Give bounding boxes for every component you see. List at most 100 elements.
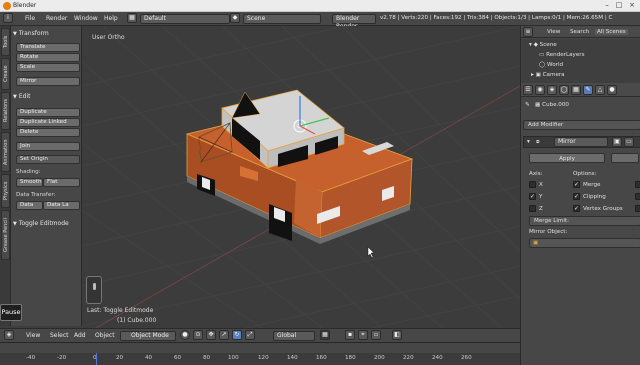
outliner-item-scene[interactable]: ▾ ◆ Scene [529,42,557,48]
outliner-type-icon[interactable]: ≡ [523,27,533,37]
menu-file[interactable]: File [25,15,35,22]
tick-label: 220 [403,355,414,361]
translate-button[interactable]: Translate [16,43,80,52]
material-tab-icon[interactable]: ● [607,85,617,95]
outliner-tree: ▾ ◆ Scene ▭ RenderLayers ◯ World ▸ ▣ Cam… [521,39,640,83]
3d-viewport[interactable]: User Ortho Last: Toggle Editmode (1) Cub… [82,26,520,328]
current-frame-marker[interactable] [96,353,97,365]
mode-select[interactable]: Object Mode [120,331,176,341]
toggle-editmode-header[interactable]: ▼ Toggle Editmode [13,220,69,227]
outliner-tab-all-scenes[interactable]: All Scenes [595,29,628,35]
axis-x-checkbox[interactable] [529,181,536,188]
screen-layout-icon[interactable]: ▦ [127,13,137,23]
axis-z-checkbox[interactable] [529,205,536,212]
merge-limit-field[interactable]: Merge Limit: [529,216,640,226]
mirror-object-field[interactable]: ▣ [529,238,640,248]
properties-type-icon[interactable]: ☰ [523,85,533,95]
shade-flat-button[interactable]: Flat [43,178,80,187]
tab-grease-pencil[interactable]: Grease Pencil [1,210,10,260]
tab-relations[interactable]: Relations [1,92,10,130]
rotate-button[interactable]: Rotate [16,53,80,62]
tab-physics[interactable]: Physics [1,174,10,208]
scale-manipulator-icon[interactable]: ⤢ [245,330,255,340]
outliner-item-world[interactable]: ◯ World [539,62,563,68]
w-checkbox[interactable] [635,205,640,212]
data-transfer-button[interactable]: Data [16,201,43,210]
shade-smooth-button[interactable]: Smooth [16,178,43,187]
timeline-ruler[interactable]: -40 -20 0 20 40 60 80 100 120 140 160 18… [0,353,520,365]
tool-shelf-tabs: Tools Create Relations Animation Physics… [0,26,11,326]
duplicate-button[interactable]: Duplicate [16,108,80,117]
scale-button[interactable]: Scale [16,63,80,72]
tab-create[interactable]: Create [1,58,10,90]
mouse-cursor-icon [367,246,375,259]
layers-grid-icon[interactable]: ▦ [320,330,330,340]
render-preview-icon[interactable]: ◧ [392,330,402,340]
menu-add[interactable]: Add [74,332,86,339]
modifier-wrench-icon[interactable]: ✎ [583,85,593,95]
pin-icon[interactable]: ✎ [525,102,530,108]
timeline[interactable]: -40 -20 0 20 40 60 80 100 120 140 160 18… [0,342,520,365]
outliner-tab-search[interactable]: Search [570,29,589,35]
tab-animation[interactable]: Animation [1,132,10,172]
join-button[interactable]: Join [16,142,80,151]
world-tab-icon[interactable]: ◯ [559,85,569,95]
viewport-shading-icon[interactable]: ● [180,330,190,340]
v-checkbox[interactable] [635,193,640,200]
close-icon[interactable]: × [627,1,637,10]
show-render-icon[interactable]: ▣ [612,137,622,147]
scene-tab-icon[interactable]: ◈ [547,85,557,95]
rotate-manipulator-icon[interactable]: ↻ [232,330,242,340]
menu-object[interactable]: Object [95,332,115,339]
set-origin-dropdown[interactable]: Set Origin [16,155,80,164]
apply-button[interactable]: Apply [529,153,605,163]
add-modifier-button[interactable]: Add Modifier [523,120,640,130]
editor-type-icon[interactable]: i [3,13,13,23]
outliner-item-renderlayers[interactable]: ▭ RenderLayers [539,52,585,58]
editor-type-3d-icon[interactable]: ◈ [4,330,14,340]
object-tab-icon[interactable]: ▦ [571,85,581,95]
render-engine-select[interactable]: Blender Render [332,14,376,30]
transform-panel-header[interactable]: ▼ Transform [13,30,49,37]
render-tab-icon[interactable]: ◉ [535,85,545,95]
outliner-item-camera[interactable]: ▸ ▣ Camera [531,72,565,78]
window-title-bar: Blender – □ × [0,0,640,12]
menu-select[interactable]: Select [50,332,69,339]
snap-target-icon[interactable]: ▫ [371,330,381,340]
modifier-name-field[interactable]: Mirror [554,137,608,147]
vertex-groups-checkbox[interactable]: ✓ [573,205,580,212]
data-tab-icon[interactable]: △ [595,85,605,95]
clipping-checkbox[interactable]: ✓ [573,193,580,200]
translate-manipulator-icon[interactable]: ↗ [219,330,229,340]
collapse-triangle-icon: ▼ [13,94,17,100]
minimize-icon[interactable]: – [602,1,612,10]
scene-field[interactable]: Scene [243,14,321,24]
transform-orientation-select[interactable]: Global [273,331,315,341]
duplicate-linked-button[interactable]: Duplicate Linked [16,118,80,127]
lock-icon[interactable]: ▪ [345,330,355,340]
merge-checkbox[interactable]: ✓ [573,181,580,188]
outliner-tab-view[interactable]: View [547,29,560,35]
menu-window[interactable]: Window [74,15,98,22]
manipulator-toggle-icon[interactable]: ✥ [206,330,216,340]
menu-view[interactable]: View [26,332,40,339]
tick-label: -40 [26,355,36,361]
menu-help[interactable]: Help [104,15,118,22]
copy-modifier-button[interactable] [611,153,639,163]
show-viewport-icon[interactable]: ▭ [624,137,634,147]
expand-triangle-icon[interactable]: ▾ [527,139,530,145]
maximize-icon[interactable]: □ [614,1,624,10]
pause-button[interactable]: Pause [0,304,22,321]
tab-tools[interactable]: Tools [1,28,10,56]
scene-icon[interactable]: ◆ [230,13,240,23]
pivot-point-icon[interactable]: ⊙ [193,330,203,340]
snap-icon[interactable]: ⌖ [358,330,368,340]
menu-render[interactable]: Render [46,15,67,22]
u-checkbox[interactable] [635,181,640,188]
screen-layout-field[interactable]: Default [140,14,230,24]
delete-button[interactable]: Delete [16,128,80,137]
data-layout-button[interactable]: Data La [43,201,80,210]
mirror-button[interactable]: Mirror [16,77,80,86]
axis-y-checkbox[interactable]: ✓ [529,193,536,200]
edit-panel-header[interactable]: ▼ Edit [13,93,30,100]
